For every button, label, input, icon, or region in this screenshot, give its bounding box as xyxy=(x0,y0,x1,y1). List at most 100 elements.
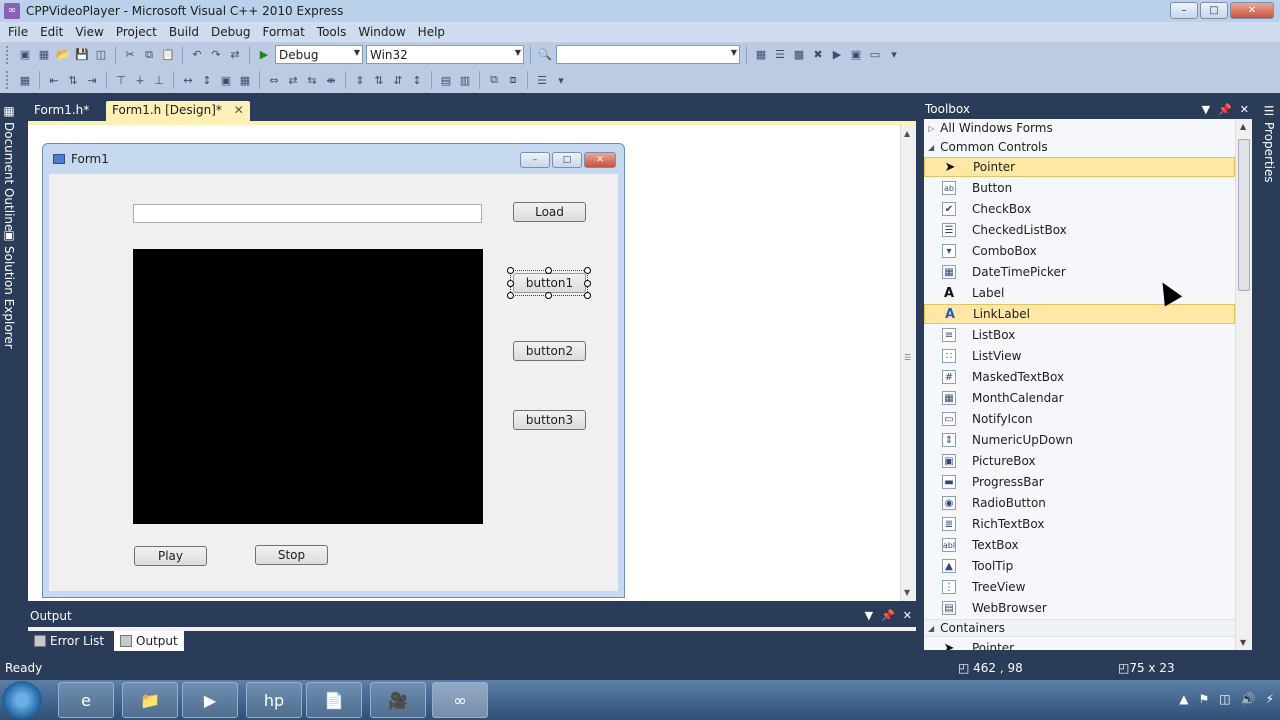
solution-explorer-icon[interactable]: ▣ xyxy=(2,228,16,242)
toolbox-item-richtextbox[interactable]: ≣ RichTextBox xyxy=(924,514,1235,534)
scroll-up-icon[interactable]: ▲ xyxy=(904,129,910,138)
scroll-thumb-grip-icon[interactable]: ☰ xyxy=(904,353,911,362)
toolbox-item-datetimepicker[interactable]: ▦ DateTimePicker xyxy=(924,262,1235,282)
align-middles-icon[interactable]: ∔ xyxy=(132,72,148,88)
toolbox-item-button[interactable]: ab Button xyxy=(924,178,1235,198)
remove-vertical-spacing-icon[interactable]: ↕ xyxy=(409,72,425,88)
align-rights-icon[interactable]: ⇥ xyxy=(84,72,100,88)
align-lefts-icon[interactable]: ⇤ xyxy=(46,72,62,88)
network-icon[interactable]: ◫ xyxy=(1219,692,1230,706)
file-explorer-icon[interactable]: 📁 xyxy=(122,682,178,718)
make-same-width-icon[interactable]: ↔ xyxy=(180,72,196,88)
toolbox-item-monthcalendar[interactable]: ▦ MonthCalendar xyxy=(924,388,1235,408)
tab-form1-design[interactable]: Form1.h [Design]* ✕ xyxy=(106,101,250,121)
menu-format[interactable]: Format xyxy=(256,25,310,39)
add-item-icon[interactable]: ▦ xyxy=(36,47,52,63)
close-tab-icon[interactable]: ✕ xyxy=(234,103,244,117)
form-minimize-button[interactable]: – xyxy=(520,152,550,168)
decrease-horizontal-spacing-icon[interactable]: ⇆ xyxy=(304,72,320,88)
vertical-spacing-equal-icon[interactable]: ⇕ xyxy=(352,72,368,88)
toolbox-group-containers[interactable]: ◢ Containers xyxy=(924,619,1235,637)
menu-window[interactable]: Window xyxy=(352,25,411,39)
paste-icon[interactable]: 📋 xyxy=(160,47,176,63)
platform-select[interactable]: Win32 ▼ xyxy=(366,45,524,64)
align-tops-icon[interactable]: ⊤ xyxy=(113,72,129,88)
form-client-area[interactable]: Load button1 button2 button3 Play Stop xyxy=(49,174,618,591)
show-hidden-icons-icon[interactable]: ▲ xyxy=(1179,692,1188,706)
document-outline-tab[interactable]: Document Outline xyxy=(2,122,16,231)
solution-explorer-icon[interactable]: ▦ xyxy=(753,47,769,63)
scroll-thumb[interactable] xyxy=(1238,139,1250,291)
toolbox-item-checkedlistbox[interactable]: ☰ CheckedListBox xyxy=(924,220,1235,240)
center-vertically-icon[interactable]: ▥ xyxy=(457,72,473,88)
toolbox-item-linklabel[interactable]: A LinkLabel xyxy=(924,304,1235,324)
menu-debug[interactable]: Debug xyxy=(205,25,256,39)
designer-vertical-scrollbar[interactable]: ▲ ☰ ▼ xyxy=(900,125,916,601)
toolbox-item-pointer[interactable]: ➤ Pointer xyxy=(924,157,1235,177)
toolbox-item-textbox[interactable]: abl TextBox xyxy=(924,535,1235,555)
menu-project[interactable]: Project xyxy=(110,25,163,39)
start-page-icon[interactable]: ▶ xyxy=(829,47,845,63)
dropdown-icon[interactable]: ▼ xyxy=(865,609,873,622)
solution-config-select[interactable]: Debug ▼ xyxy=(275,45,363,64)
power-icon[interactable]: ⚡ xyxy=(1266,692,1274,706)
toolbox-item-treeview[interactable]: ⋮ TreeView xyxy=(924,577,1235,597)
pin-icon[interactable]: 📌 xyxy=(881,609,895,622)
align-bottoms-icon[interactable]: ⊥ xyxy=(151,72,167,88)
minimize-button[interactable]: – xyxy=(1170,2,1198,19)
save-icon[interactable]: 💾 xyxy=(74,47,90,63)
align-to-grid-icon[interactable]: ▦ xyxy=(17,72,33,88)
increase-horizontal-spacing-icon[interactable]: ⇄ xyxy=(285,72,301,88)
menu-view[interactable]: View xyxy=(69,25,109,39)
tab-form1-h[interactable]: Form1.h* xyxy=(28,101,95,121)
button2[interactable]: button2 xyxy=(513,341,586,361)
toolbar-grip[interactable] xyxy=(6,71,10,89)
toolbox-item-label[interactable]: A Label xyxy=(924,283,1235,303)
resize-handle[interactable] xyxy=(507,267,514,274)
toolbox-item-progressbar[interactable]: ▬ ProgressBar xyxy=(924,472,1235,492)
toolbox-item-listview[interactable]: ∷ ListView xyxy=(924,346,1235,366)
toolbox-item-radiobutton[interactable]: ◉ RadioButton xyxy=(924,493,1235,513)
resize-handle[interactable] xyxy=(584,267,591,274)
resize-handle[interactable] xyxy=(507,292,514,299)
flag-icon[interactable]: ⚑ xyxy=(1199,692,1210,706)
toolbox-vertical-scrollbar[interactable]: ▲ ▼ xyxy=(1235,119,1252,650)
copy-icon[interactable]: ⧉ xyxy=(141,47,157,63)
send-to-back-icon[interactable]: ⧈ xyxy=(505,72,521,88)
toolbox-item-tooltip[interactable]: ▲ ToolTip xyxy=(924,556,1235,576)
align-centers-icon[interactable]: ⇅ xyxy=(65,72,81,88)
toolbox-item-maskedtextbox[interactable]: # MaskedTextBox xyxy=(924,367,1235,387)
toolbox-item-webbrowser[interactable]: ▤ WebBrowser xyxy=(924,598,1235,618)
video-panel[interactable] xyxy=(133,249,483,524)
stop-button[interactable]: Stop xyxy=(255,545,328,565)
toolbox-item-containers-pointer[interactable]: ➤ Pointer xyxy=(924,638,1235,651)
command-window-icon[interactable]: ▭ xyxy=(867,47,883,63)
toolbox-item-listbox[interactable]: ≡ ListBox xyxy=(924,325,1235,345)
menu-file[interactable]: File xyxy=(2,25,34,39)
toolbar-options-icon[interactable]: ▾ xyxy=(886,47,902,63)
toolbar-grip[interactable] xyxy=(6,45,10,64)
toolbox-item-checkbox[interactable]: ✔ CheckBox xyxy=(924,199,1235,219)
undo-icon[interactable]: ↶ xyxy=(189,47,205,63)
scroll-up-icon[interactable]: ▲ xyxy=(1240,122,1246,131)
decrease-vertical-spacing-icon[interactable]: ⇵ xyxy=(390,72,406,88)
start-debugging-icon[interactable]: ▶ xyxy=(256,47,272,63)
resize-handle[interactable] xyxy=(545,292,552,299)
toolbox-group-common-controls[interactable]: ◢ Common Controls xyxy=(924,138,1235,156)
make-same-height-icon[interactable]: ↕ xyxy=(199,72,215,88)
camera-app-icon[interactable]: 🎥 xyxy=(370,682,426,718)
tab-error-list[interactable]: Error List xyxy=(28,631,110,651)
scroll-down-icon[interactable]: ▼ xyxy=(904,588,910,597)
internet-explorer-icon[interactable]: e xyxy=(58,682,114,718)
document-outline-icon[interactable]: ▦ xyxy=(2,104,16,118)
center-horizontally-icon[interactable]: ▤ xyxy=(438,72,454,88)
extension-manager-icon[interactable]: ▣ xyxy=(848,47,864,63)
resize-handle[interactable] xyxy=(545,267,552,274)
media-player-icon[interactable]: ▶ xyxy=(182,682,238,718)
redo-icon[interactable]: ↷ xyxy=(208,47,224,63)
remove-horizontal-spacing-icon[interactable]: ⇼ xyxy=(323,72,339,88)
toolbox-item-numericupdown[interactable]: ⇕ NumericUpDown xyxy=(924,430,1235,450)
close-icon[interactable]: ✕ xyxy=(903,609,912,622)
document-app-icon[interactable]: 📄 xyxy=(306,682,362,718)
cut-icon[interactable]: ✂ xyxy=(122,47,138,63)
